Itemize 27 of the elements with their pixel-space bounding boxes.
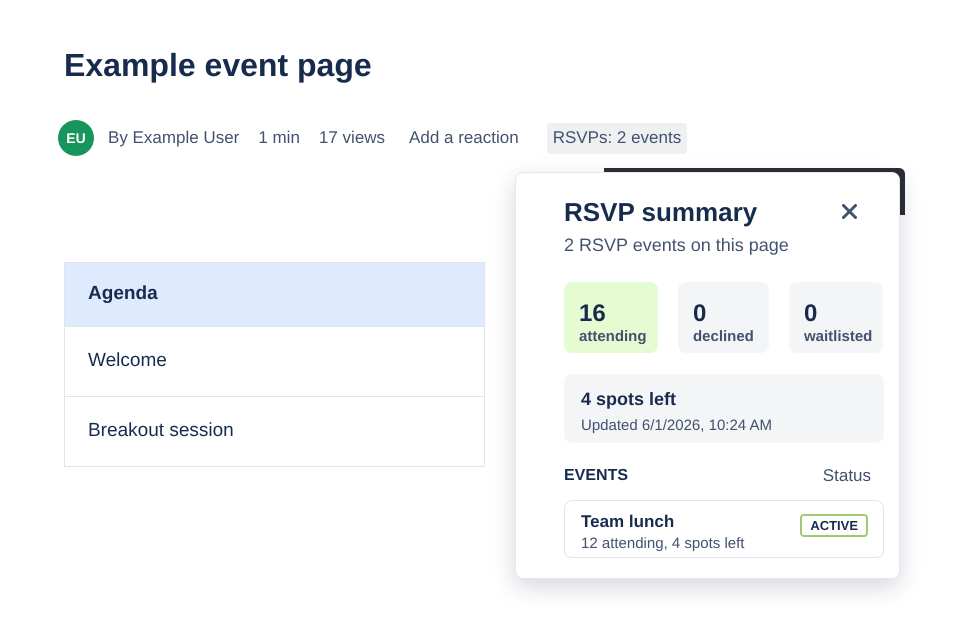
stat-value: 0 (693, 300, 706, 328)
updated-time: Updated 6/1/2026, 10:24 AM (581, 416, 772, 436)
stat-label: declined (693, 328, 754, 346)
add-reaction-link[interactable]: Add a reaction (409, 127, 519, 149)
read-time: 1 min (258, 127, 300, 149)
event-row[interactable]: Team lunch 12 attending, 4 spots left ACTIVE (564, 500, 884, 558)
events-heading: EVENTS (564, 466, 628, 486)
table-cell-text: Welcome (87, 349, 168, 374)
rsvps-button[interactable]: RSVPs: 2 events (546, 122, 688, 154)
stat-label: waitlisted (804, 328, 872, 346)
status-heading: Status (822, 465, 871, 487)
stat-value: 16 (579, 300, 606, 328)
event-detail: 12 attending, 4 spots left (581, 534, 744, 554)
author-name: By Example User (108, 127, 240, 149)
table-header-cell: Agenda (65, 263, 484, 327)
status-badge: ACTIVE (800, 514, 868, 537)
page-title: Example event page (64, 46, 372, 85)
spots-left: 4 spots left (581, 388, 676, 410)
event-name: Team lunch (581, 511, 674, 533)
avatar: EU (58, 120, 94, 156)
stat-label: attending (579, 328, 646, 346)
stat-value: 0 (804, 300, 818, 328)
close-icon (842, 204, 856, 218)
popover-title: RSVP summary (564, 196, 758, 228)
popover-subtitle: 2 RSVP events on this page (564, 234, 789, 257)
table-cell-text: Breakout session (87, 419, 235, 444)
view-count: 17 views (318, 127, 386, 149)
